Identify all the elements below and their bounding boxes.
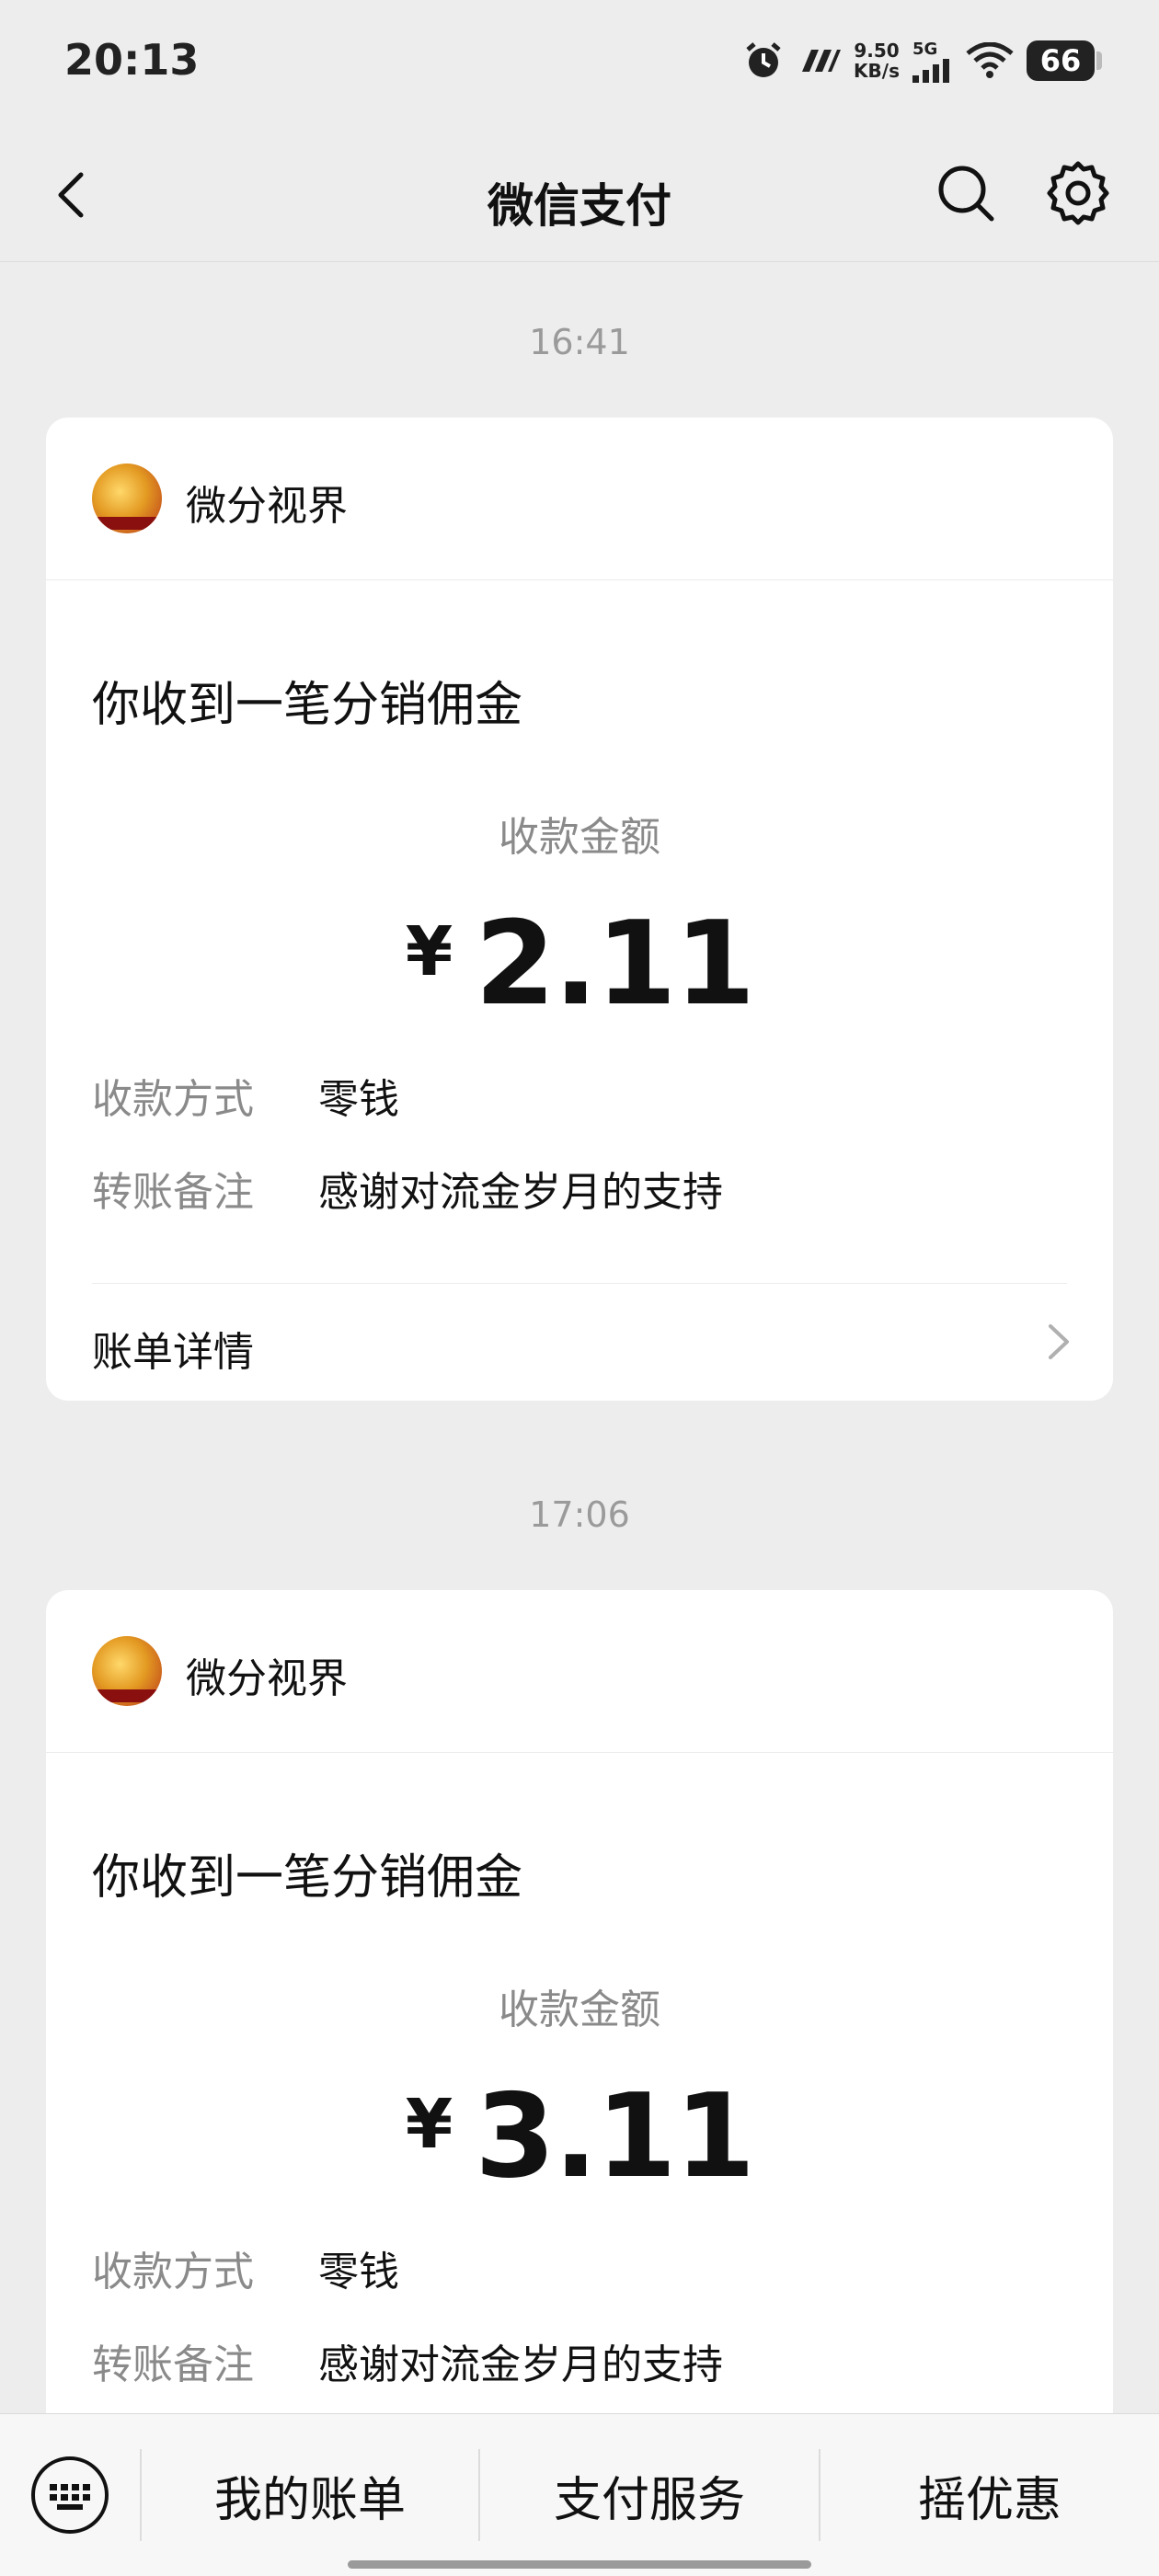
search-icon <box>938 166 994 222</box>
payment-method-label: 收款方式 <box>92 2249 254 2296</box>
wifi-icon <box>966 42 1014 78</box>
transfer-note-label: 转账备注 <box>92 1169 254 1216</box>
chevron-right-icon <box>1049 1324 1069 1359</box>
merchant-name[interactable]: 微分视界 <box>186 1645 348 1704</box>
search-button[interactable] <box>929 156 1003 230</box>
payment-notification-card[interactable]: 微分视界 你收到一笔分销佣金 收款金额 ¥2.11 收款方式 零钱 转账备注 感… <box>46 418 1113 1401</box>
merchant-name[interactable]: 微分视界 <box>186 473 348 532</box>
bottom-menu-bar: 我的账单 支付服务 摇优惠 <box>0 2413 1159 2576</box>
amount-value: ¥3.11 <box>46 2068 1113 2204</box>
payment-method-label: 收款方式 <box>92 1076 254 1123</box>
gear-icon <box>1047 161 1109 225</box>
status-icons: 9.50 KB/s 5G 66 <box>743 33 1102 88</box>
merchant-avatar[interactable] <box>92 1636 162 1706</box>
net-speed-value: 9.50 <box>854 40 900 62</box>
bill-details-label: 账单详情 <box>92 1329 254 1376</box>
net-speed: 9.50 KB/s <box>854 40 900 81</box>
cell-signal: 5G <box>912 40 953 83</box>
app-badge-icon <box>802 50 842 72</box>
menu-shake-offers[interactable]: 摇优惠 <box>820 2414 1159 2576</box>
keyboard-toggle-button[interactable] <box>26 2451 114 2539</box>
battery-level: 66 <box>1039 43 1082 78</box>
menu-my-bills[interactable]: 我的账单 <box>142 2414 478 2576</box>
message-timestamp: 17:06 <box>529 1494 630 1535</box>
amount-label: 收款金额 <box>499 1986 660 2033</box>
amount-label: 收款金额 <box>499 814 660 861</box>
settings-button[interactable] <box>1041 156 1115 230</box>
amount-number: 2.11 <box>475 896 755 1031</box>
notification-title: 你收到一笔分销佣金 <box>92 678 523 733</box>
network-type: 5G <box>912 39 938 59</box>
top-nav-bar: 微信支付 <box>0 129 1159 262</box>
card-header[interactable]: 微分视界 <box>46 418 1113 580</box>
status-time: 20:13 <box>64 35 200 85</box>
alarm-icon <box>746 42 781 77</box>
message-timestamp: 16:41 <box>529 322 630 362</box>
signal-icon <box>912 58 949 83</box>
home-indicator[interactable] <box>348 2560 811 2569</box>
transfer-note-value: 感谢对流金岁月的支持 <box>318 1169 723 1216</box>
merchant-avatar[interactable] <box>92 464 162 533</box>
menu-payment-services[interactable]: 支付服务 <box>480 2414 819 2576</box>
avatar-ribbon <box>96 517 158 530</box>
currency-symbol: ¥ <box>405 2085 453 2164</box>
keyboard-icon <box>31 2456 109 2534</box>
payment-method-value: 零钱 <box>318 2249 399 2296</box>
amount-number: 3.11 <box>475 2068 755 2204</box>
net-speed-unit: KB/s <box>854 60 900 82</box>
battery-icon: 66 <box>1027 40 1102 81</box>
payment-notification-card[interactable]: 微分视界 你收到一笔分销佣金 收款金额 ¥3.11 收款方式 零钱 转账备注 感… <box>46 1590 1113 2510</box>
status-bar: 20:13 9.50 KB/s 5G 66 <box>0 0 1159 129</box>
avatar-ribbon <box>96 1689 158 1702</box>
card-header[interactable]: 微分视界 <box>46 1590 1113 1753</box>
amount-value: ¥2.11 <box>46 896 1113 1031</box>
currency-symbol: ¥ <box>405 912 453 991</box>
bill-details-link[interactable]: 账单详情 <box>46 1284 1113 1400</box>
transfer-note-value: 感谢对流金岁月的支持 <box>318 2341 723 2388</box>
payment-method-value: 零钱 <box>318 1076 399 1123</box>
transfer-note-label: 转账备注 <box>92 2341 254 2388</box>
notification-title: 你收到一笔分销佣金 <box>92 1850 523 1906</box>
